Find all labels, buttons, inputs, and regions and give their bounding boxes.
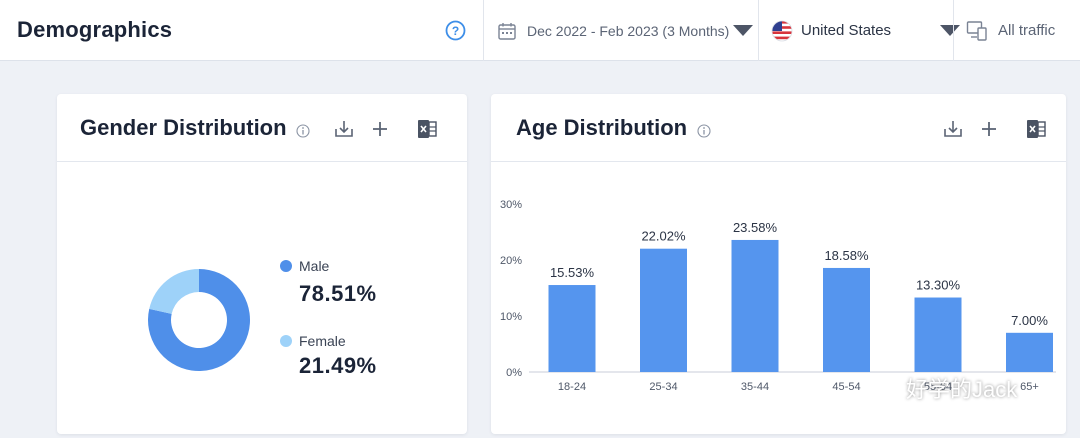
excel-export-icon[interactable]: [1025, 118, 1047, 140]
y-tick-label: 0%: [506, 367, 522, 379]
legend-value-female: 21.49%: [299, 353, 377, 378]
page-title: Demographics: [17, 17, 173, 42]
excel-export-icon[interactable]: [416, 118, 438, 140]
top-bar: Demographics ? Dec 2022 - Feb 2023 (3 Mo…: [0, 0, 1080, 61]
bar-45-54[interactable]: [823, 267, 870, 372]
card-title: Age Distribution: [516, 115, 688, 140]
age-bar-chart: 0% 10% 20% 30% 15.53% 18-24 22.02% 25-34 23.58% 3…: [500, 199, 1056, 393]
header-divider: [953, 0, 954, 61]
bar-25-34[interactable]: [640, 248, 687, 372]
legend-label-male: Male: [299, 258, 330, 274]
add-icon[interactable]: [369, 118, 391, 140]
chat-bubble-icon: [872, 377, 899, 398]
bar-55-64[interactable]: [914, 297, 962, 372]
bar-value-label: 23.58%: [733, 220, 778, 235]
y-tick-label: 30%: [500, 199, 522, 211]
country-label: United States: [801, 22, 892, 39]
help-icon[interactable]: ?: [445, 20, 466, 41]
download-icon[interactable]: [942, 118, 964, 140]
x-tick-label: 18-24: [558, 381, 586, 393]
legend-dot-male: [280, 260, 292, 272]
country-selector[interactable]: United States: [771, 0, 960, 61]
gender-distribution-card: Gender Distribution Male 78.51% Female 2…: [57, 94, 467, 434]
donut-slice-female: [149, 269, 199, 314]
chevron-down-icon: [940, 25, 960, 36]
header-divider: [758, 0, 759, 61]
watermark-text: 好学的Jack: [906, 377, 1018, 402]
date-range-picker[interactable]: Dec 2022 - Feb 2023 (3 Months): [497, 0, 754, 61]
y-tick-label: 10%: [500, 311, 522, 323]
bar-value-label: 7.00%: [1011, 313, 1048, 328]
legend-value-male: 78.51%: [299, 281, 377, 306]
watermark: 好学的Jack: [872, 372, 1017, 404]
x-tick-label: 65+: [1020, 381, 1039, 393]
card-header: Age Distribution: [491, 94, 1066, 162]
gender-donut-chart: [148, 269, 250, 371]
svg-text:?: ?: [452, 24, 459, 38]
legend-dot-female: [280, 335, 292, 347]
calendar-icon: [498, 22, 516, 40]
info-icon[interactable]: [697, 124, 711, 138]
header-divider: [483, 0, 484, 61]
info-icon[interactable]: [296, 124, 310, 138]
download-icon[interactable]: [333, 118, 355, 140]
bar-65+[interactable]: [1006, 332, 1053, 372]
y-tick-label: 20%: [500, 255, 522, 267]
legend-label-female: Female: [299, 333, 346, 349]
devices-icon: [966, 20, 987, 41]
add-icon[interactable]: [978, 118, 1000, 140]
bar-18-24[interactable]: [548, 285, 596, 372]
chevron-down-icon: [733, 25, 754, 36]
card-header: Gender Distribution: [57, 94, 467, 162]
us-flag-icon: [771, 20, 793, 41]
x-tick-label: 25-34: [649, 381, 677, 393]
x-tick-label: 35-44: [741, 381, 769, 393]
traffic-label: All traffic: [998, 22, 1056, 39]
bar-value-label: 18.58%: [824, 248, 869, 263]
bar-value-label: 22.02%: [641, 229, 686, 244]
bar-value-label: 13.30%: [916, 278, 961, 293]
date-range-label: Dec 2022 - Feb 2023 (3 Months): [527, 22, 730, 39]
x-tick-label: 45-54: [832, 381, 860, 393]
card-title: Gender Distribution: [80, 115, 287, 140]
bar-35-44[interactable]: [731, 239, 779, 372]
bar-value-label: 15.53%: [550, 265, 595, 280]
traffic-selector[interactable]: All traffic: [966, 0, 1055, 61]
